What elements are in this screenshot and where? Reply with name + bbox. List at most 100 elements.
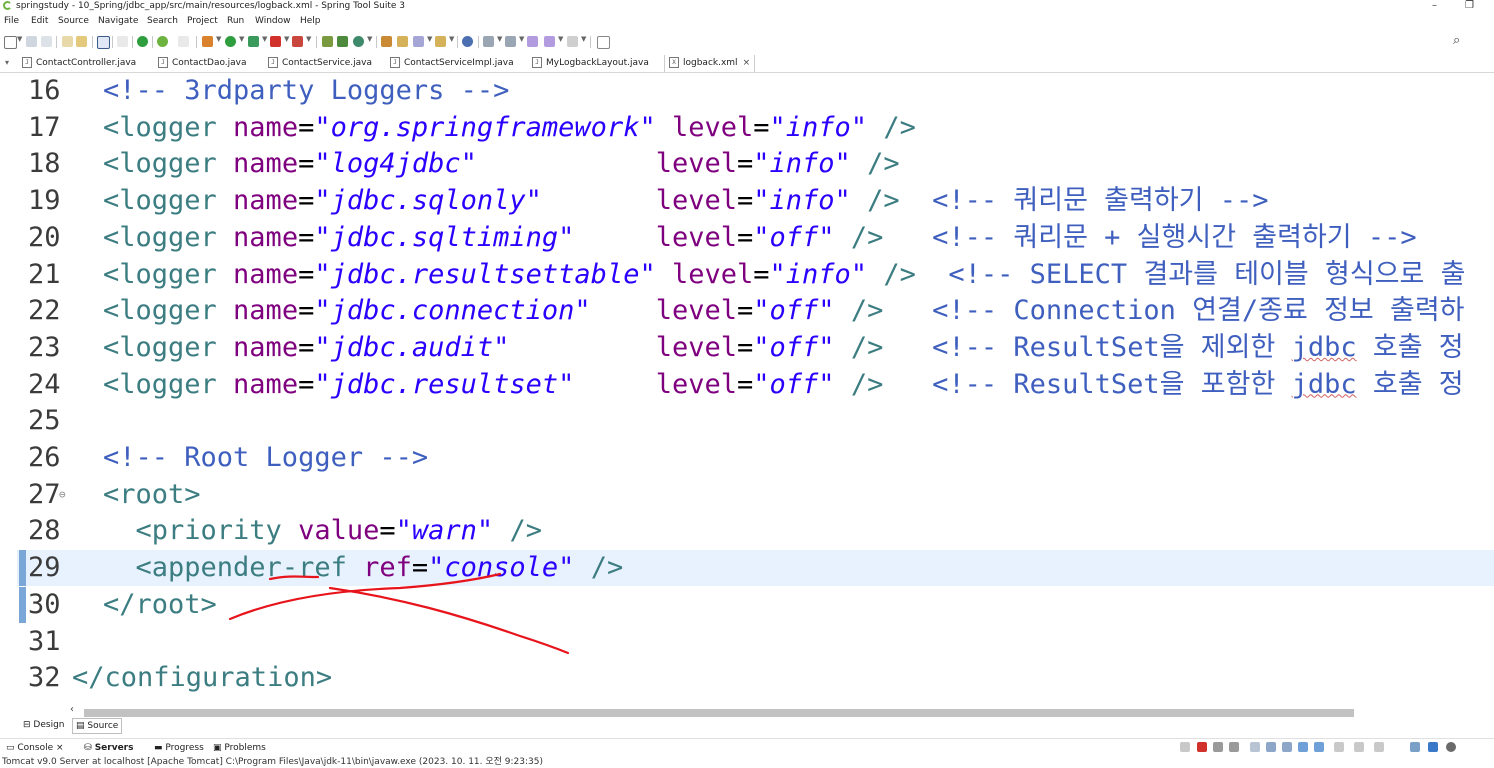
pen-icon[interactable] [413, 36, 424, 47]
display-console-icon[interactable] [1334, 742, 1344, 752]
boot-dashboard-icon[interactable] [137, 36, 148, 47]
code-line[interactable]: 30 </root> [17, 586, 1494, 623]
settings-icon[interactable] [1446, 742, 1456, 752]
tab-contact-service-impl[interactable]: J ContactServiceImpl.java [390, 55, 514, 72]
new-dropdown-icon[interactable]: ▼ [17, 35, 22, 43]
terminate-icon[interactable] [1197, 742, 1207, 752]
save-icon[interactable] [26, 36, 37, 47]
code-line[interactable]: 29 <appender-ref ref="console" /> [17, 550, 1494, 587]
open-console-dropdown-icon[interactable] [1354, 742, 1364, 752]
menu-project[interactable]: Project [187, 15, 218, 27]
code-editor[interactable]: 16 <!-- 3rdparty Loggers --> 17 <logger nam… [17, 73, 1494, 705]
scroll-lock-icon[interactable] [1250, 742, 1260, 752]
stop-icon[interactable] [270, 36, 281, 47]
tab-logback-xml[interactable]: Xlogback.xml × [664, 55, 756, 72]
code-line[interactable]: 16 <!-- 3rdparty Loggers --> [17, 73, 1494, 109]
pin-console-icon[interactable] [1314, 742, 1324, 752]
close-tab-icon[interactable]: × [743, 58, 751, 68]
open-console-icon[interactable] [597, 36, 610, 49]
skip-breakpoints-icon[interactable] [117, 36, 128, 47]
open-type-icon[interactable] [62, 36, 73, 47]
tab-console[interactable]: ▭ Console × [6, 742, 64, 754]
debug-as-icon[interactable] [202, 36, 213, 47]
menu-help[interactable]: Help [300, 15, 321, 27]
minimize-button[interactable]: – [1432, 0, 1437, 12]
toggle-mark-icon[interactable] [462, 36, 473, 47]
code-line[interactable]: 21 <logger name="jdbc.resultsettable" lev… [17, 257, 1494, 293]
menu-search[interactable]: Search [147, 15, 178, 27]
close-console-icon[interactable]: × [56, 743, 64, 753]
editor-tabs: J ContactController.java J ContactDao.java… [0, 55, 1494, 73]
open-folder-icon[interactable] [397, 36, 408, 47]
prev-annotation-icon[interactable] [505, 36, 516, 47]
tab-contact-dao[interactable]: J ContactDao.java [158, 55, 247, 72]
debug-icon[interactable] [178, 36, 189, 47]
fold-toggle-icon[interactable]: ⊖ [59, 477, 66, 513]
scrollbar-thumb[interactable] [84, 709, 1354, 717]
run-icon[interactable] [225, 36, 236, 47]
word-wrap-icon[interactable] [1266, 742, 1276, 752]
tab-design[interactable]: ⊟ Design [20, 718, 68, 732]
tab-source[interactable]: ▤ Source [72, 718, 123, 734]
forward-icon[interactable] [567, 36, 578, 47]
new-java-project-icon[interactable] [322, 36, 333, 47]
new-icon[interactable] [4, 36, 17, 49]
show-stderr-icon[interactable] [1298, 742, 1308, 752]
open-task-icon[interactable] [381, 36, 392, 47]
menu-file[interactable]: File [4, 15, 19, 27]
tab-contact-service[interactable]: J ContactService.java [268, 55, 372, 72]
scroll-left-icon[interactable]: ‹ [70, 704, 74, 715]
code-line[interactable]: 19 <logger name="jdbc.sqlonly" level="inf… [17, 183, 1494, 219]
code-line[interactable]: 27 ⊖ <root> [17, 477, 1494, 513]
terminal-icon[interactable] [97, 36, 110, 49]
menu-edit[interactable]: Edit [31, 15, 48, 27]
code-token: "off" [753, 368, 835, 400]
search-folder-icon[interactable] [435, 36, 446, 47]
code-line[interactable]: 23 <logger name="jdbc.audit" level="off" … [17, 330, 1494, 366]
code-line[interactable]: 17 <logger name="org.springframework" lev… [17, 110, 1494, 146]
show-stdout-icon[interactable] [1282, 742, 1292, 752]
change-marker [19, 586, 26, 623]
remove-launch-icon[interactable] [1213, 742, 1223, 752]
pin-icon[interactable] [1180, 742, 1190, 752]
tab-servers[interactable]: ⛁ Servers [84, 742, 133, 754]
menu-source[interactable]: Source [58, 15, 89, 27]
new-class-icon[interactable] [353, 36, 364, 47]
console-view-menu-icon[interactable] [1410, 742, 1420, 752]
external-tools-icon[interactable] [292, 36, 303, 47]
code-line[interactable]: 22 <logger name="jdbc.connection" level="… [17, 293, 1494, 329]
menu-navigate[interactable]: Navigate [98, 15, 138, 27]
search-icon[interactable]: ⌕ [1453, 33, 1460, 48]
tab-problems[interactable]: ▣ Problems [213, 742, 266, 754]
horizontal-scrollbar[interactable]: ‹ [68, 704, 1494, 718]
menu-run[interactable]: Run [227, 15, 244, 27]
restore-button[interactable]: ❐ [1465, 0, 1474, 12]
run-server-icon[interactable] [248, 36, 259, 47]
tab-progress[interactable]: ▬ Progress [154, 742, 204, 754]
maximize-view-icon[interactable] [1428, 742, 1438, 752]
code-line[interactable]: 32 </configuration> [17, 660, 1494, 696]
code-line[interactable]: 26 <!-- Root Logger --> [17, 440, 1494, 476]
menu-window[interactable]: Window [255, 15, 291, 27]
last-edit-icon[interactable] [527, 36, 538, 47]
save-all-icon[interactable] [41, 36, 52, 47]
code-line[interactable]: 28 <priority value="warn" /> [17, 513, 1494, 549]
code-token: <!-- Connection 연결/종료 정보 출력하 [932, 295, 1465, 327]
tab-contact-controller[interactable]: J ContactController.java [22, 55, 136, 72]
spring-icon[interactable] [157, 36, 168, 47]
back-icon[interactable] [544, 36, 555, 47]
open-resource-icon[interactable] [76, 36, 87, 47]
next-annotation-icon[interactable] [483, 36, 494, 47]
code-line[interactable]: 20 <logger name="jdbc.sqltiming" level="o… [17, 220, 1494, 256]
code-line[interactable]: 31 [17, 624, 1494, 660]
new-package-icon[interactable] [337, 36, 348, 47]
new-console-icon[interactable] [1374, 742, 1384, 752]
code-line[interactable]: 24 <logger name="jdbc.resultset" level="o… [17, 367, 1494, 403]
code-line[interactable]: 18 <logger name="log4jdbc" level="info" /… [17, 146, 1494, 182]
tab-my-logback-layout[interactable]: J MyLogbackLayout.java [532, 55, 649, 72]
remove-all-icon[interactable] [1229, 742, 1239, 752]
code-line[interactable]: 25 [17, 403, 1494, 439]
code-token: = [298, 221, 315, 253]
